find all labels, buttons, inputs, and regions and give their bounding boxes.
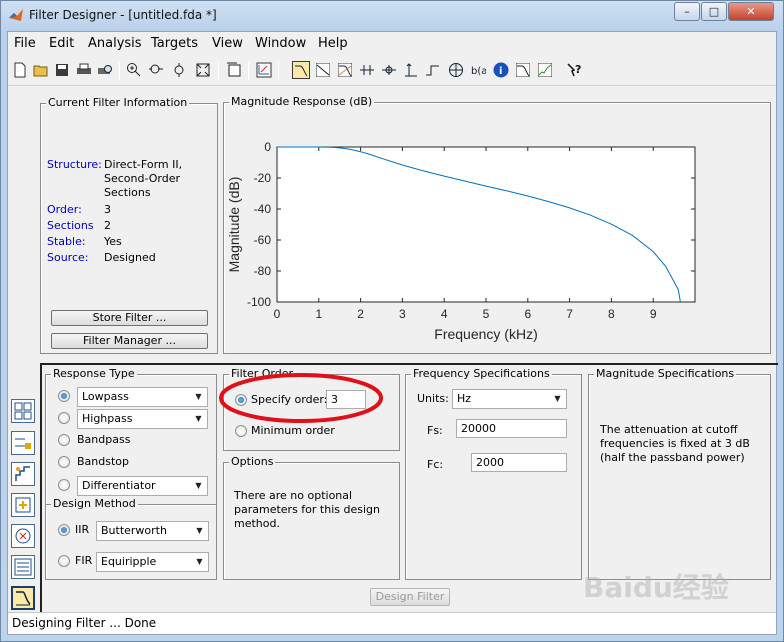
close-icon: ✕ bbox=[746, 5, 756, 18]
differentiator-label: Differentiator bbox=[82, 479, 156, 492]
red-highlight-ellipse bbox=[219, 373, 383, 423]
highpass-radio[interactable] bbox=[58, 412, 70, 424]
minimize-icon: – bbox=[684, 5, 690, 18]
x-tick-label: 6 bbox=[524, 307, 531, 321]
x-tick-label: 5 bbox=[483, 307, 490, 321]
design-method-title: Design Method bbox=[51, 497, 138, 510]
iir-method-select[interactable]: Butterworth ▼ bbox=[96, 521, 209, 541]
maximize-button[interactable]: □ bbox=[701, 2, 727, 21]
lowpass-radio[interactable] bbox=[58, 390, 70, 402]
fc-label: Fc: bbox=[427, 458, 444, 471]
units-select[interactable]: Hz ▼ bbox=[452, 389, 567, 409]
y-tick-label: 0 bbox=[264, 140, 271, 154]
x-tick-label: 9 bbox=[650, 307, 657, 321]
differentiator-select[interactable]: Differentiator ▼ bbox=[77, 476, 208, 496]
x-tick-label: 0 bbox=[274, 307, 281, 321]
import-filter-icon[interactable] bbox=[11, 555, 35, 579]
fs-label: Fs: bbox=[427, 424, 443, 437]
lowpass-select[interactable]: Lowpass ▼ bbox=[77, 387, 208, 407]
magnitude-specifications-panel: Magnitude Specifications The attenuation… bbox=[588, 368, 771, 580]
design-method-panel: Design Method IIR Butterworth ▼ FIR Equir… bbox=[45, 498, 217, 580]
fir-radio[interactable] bbox=[58, 555, 70, 567]
fir-label: FIR bbox=[75, 554, 93, 567]
options-panel: Options There are no optional parameters… bbox=[223, 456, 400, 580]
highpass-select[interactable]: Highpass ▼ bbox=[77, 409, 208, 429]
iir-radio[interactable] bbox=[58, 524, 70, 536]
y-tick-label: -100 bbox=[247, 295, 271, 309]
status-text: Designing Filter ... Done bbox=[12, 616, 157, 630]
bandpass-label: Bandpass bbox=[77, 433, 131, 446]
x-axis-label: Frequency (kHz) bbox=[434, 326, 537, 342]
minimize-button[interactable]: – bbox=[674, 2, 700, 21]
fc-value: 2000 bbox=[476, 456, 504, 469]
units-label: Units: bbox=[417, 392, 449, 405]
design-filter-button[interactable]: Design Filter bbox=[370, 588, 450, 606]
response-type-title: Response Type bbox=[51, 367, 137, 380]
realize-model-icon[interactable] bbox=[11, 493, 35, 517]
minimum-order-radio[interactable] bbox=[235, 425, 247, 437]
client-area: File Edit Analysis Targets View Window H… bbox=[7, 31, 778, 635]
dropdown-arrow-icon: ▼ bbox=[196, 557, 203, 566]
dropdown-arrow-icon: ▼ bbox=[195, 414, 202, 423]
options-text-2: parameters for this design bbox=[234, 503, 380, 516]
transform-filter-icon[interactable] bbox=[11, 399, 35, 423]
options-title: Options bbox=[229, 455, 276, 468]
x-tick-label: 1 bbox=[315, 307, 322, 321]
x-tick-label: 3 bbox=[399, 307, 406, 321]
dropdown-arrow-icon: ▼ bbox=[195, 481, 202, 490]
magnitude-spec-text-1: The attenuation at cutoff bbox=[600, 423, 738, 436]
app-window: Filter Designer - [untitled.fda *] – □ ✕… bbox=[0, 0, 784, 642]
close-button[interactable]: ✕ bbox=[728, 2, 774, 21]
y-tick-label: -80 bbox=[254, 264, 272, 278]
magnitude-spec-text-2: frequencies is fixed at 3 dB bbox=[600, 437, 750, 450]
fs-value: 20000 bbox=[461, 422, 496, 435]
maximize-icon: □ bbox=[708, 5, 720, 18]
x-tick-label: 8 bbox=[608, 307, 615, 321]
magnitude-spec-text-3: (half the passband power) bbox=[600, 451, 745, 464]
y-axis-label: Magnitude (dB) bbox=[226, 177, 242, 273]
dropdown-arrow-icon: ▼ bbox=[554, 394, 561, 403]
lowpass-label: Lowpass bbox=[82, 390, 129, 403]
bandpass-radio[interactable] bbox=[58, 434, 70, 446]
fc-input[interactable]: 2000 bbox=[471, 453, 567, 472]
frequency-specifications-panel: Frequency Specifications Units: Hz ▼ Fs: … bbox=[405, 368, 582, 580]
fs-input[interactable]: 20000 bbox=[456, 419, 567, 438]
magnitude-specifications-title: Magnitude Specifications bbox=[594, 367, 737, 380]
title-bar: Filter Designer - [untitled.fda *] – □ ✕ bbox=[1, 1, 783, 29]
watermark-text: Baidu经验 bbox=[583, 571, 729, 604]
design-filter-mode-icon[interactable] bbox=[11, 586, 35, 610]
iir-method-value: Butterworth bbox=[101, 524, 167, 537]
create-multirate-icon[interactable] bbox=[11, 431, 35, 455]
bandstop-radio[interactable] bbox=[58, 456, 70, 468]
frequency-specifications-title: Frequency Specifications bbox=[411, 367, 552, 380]
dropdown-arrow-icon: ▼ bbox=[195, 392, 202, 401]
matlab-icon bbox=[9, 9, 23, 21]
options-text-1: There are no optional bbox=[234, 489, 353, 502]
differentiator-radio[interactable] bbox=[58, 479, 70, 491]
fir-method-select[interactable]: Equiripple ▼ bbox=[96, 552, 209, 572]
y-tick-label: -20 bbox=[254, 171, 272, 185]
window-title: Filter Designer - [untitled.fda *] bbox=[29, 8, 217, 22]
units-value: Hz bbox=[457, 392, 472, 405]
options-text-3: method. bbox=[234, 517, 280, 530]
status-bar: Designing Filter ... Done bbox=[8, 612, 776, 634]
y-tick-label: -40 bbox=[254, 202, 272, 216]
iir-label: IIR bbox=[75, 523, 90, 536]
pole-zero-editor-icon[interactable] bbox=[11, 524, 35, 548]
x-tick-label: 7 bbox=[566, 307, 573, 321]
fir-method-value: Equiripple bbox=[101, 555, 157, 568]
x-tick-label: 2 bbox=[357, 307, 364, 321]
dropdown-arrow-icon: ▼ bbox=[196, 526, 203, 535]
quantization-icon[interactable] bbox=[11, 462, 35, 486]
y-tick-label: -60 bbox=[254, 233, 272, 247]
highpass-label: Highpass bbox=[82, 412, 133, 425]
plot-area bbox=[276, 146, 696, 303]
x-tick-label: 4 bbox=[441, 307, 448, 321]
bandstop-label: Bandstop bbox=[77, 455, 129, 468]
